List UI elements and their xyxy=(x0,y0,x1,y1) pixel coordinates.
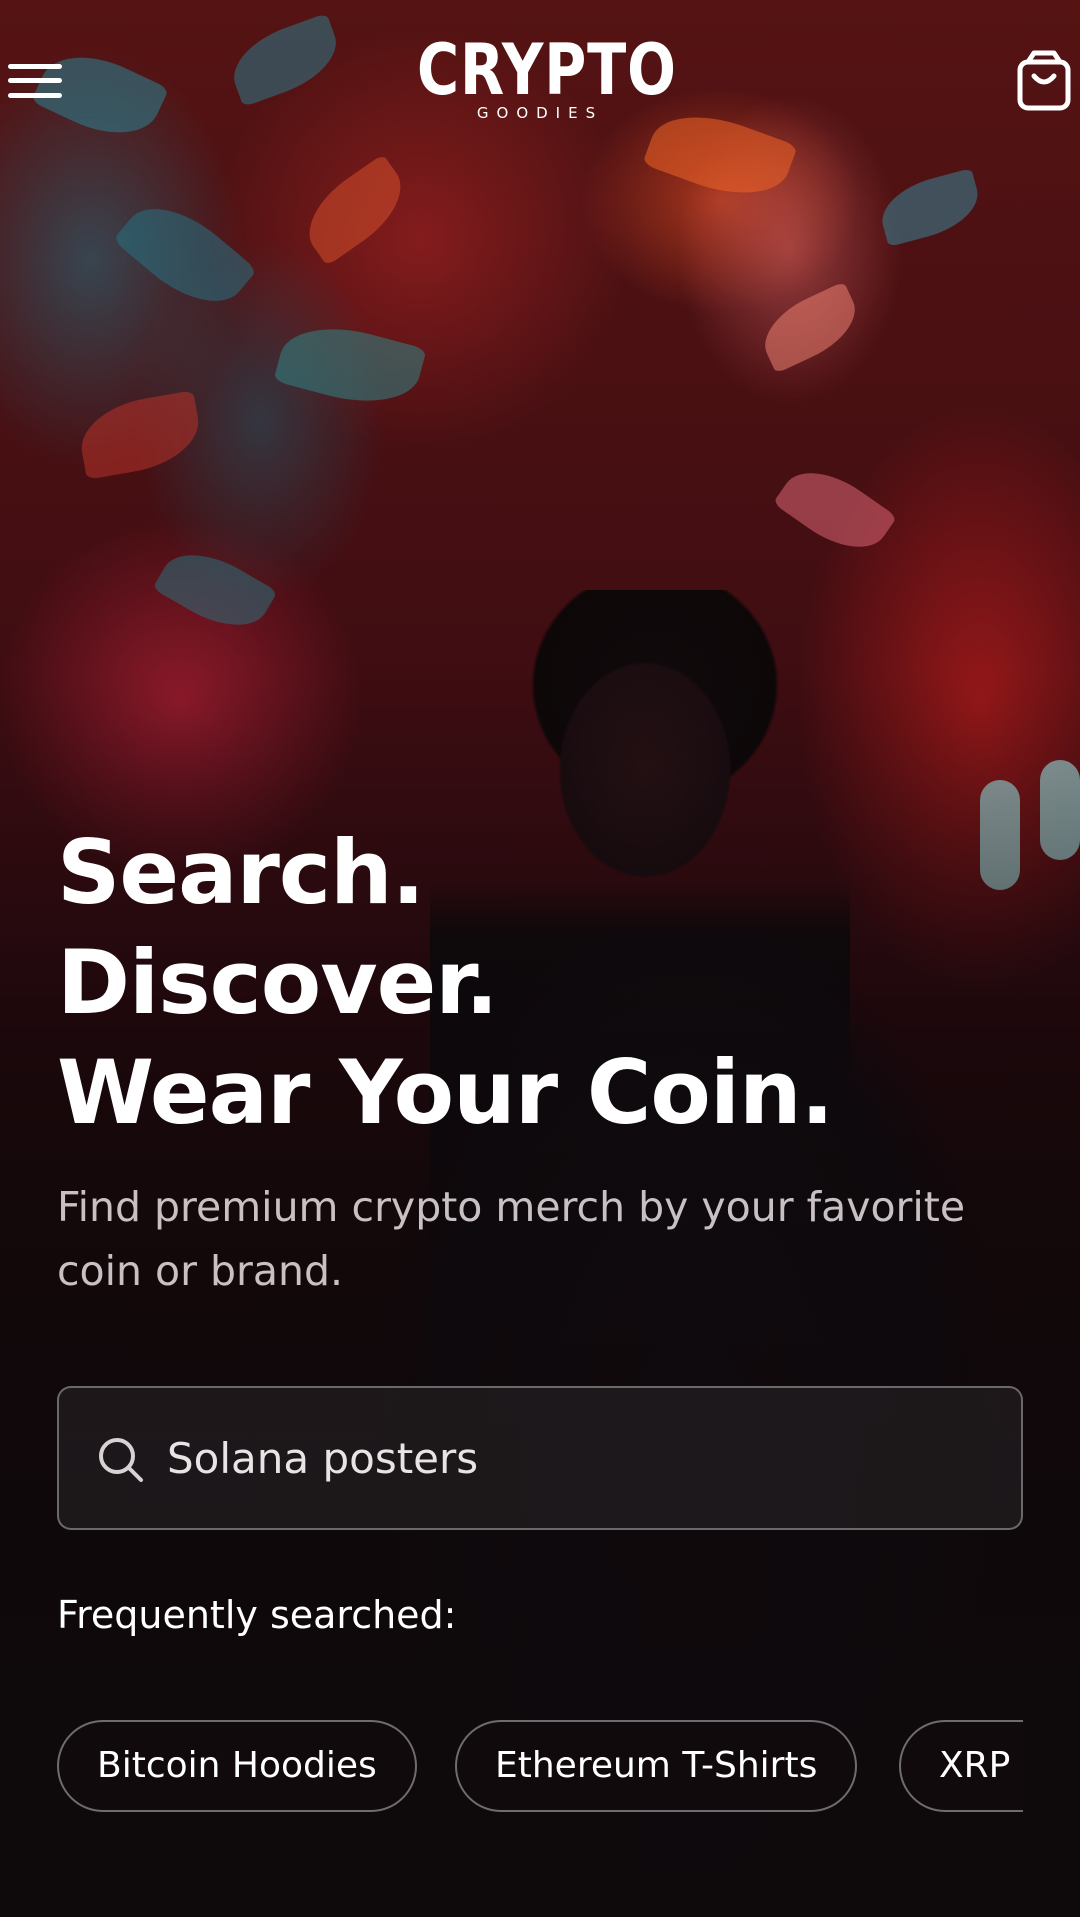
brand-logo[interactable]: CRYPTO GOODIES xyxy=(390,32,690,122)
frequent-search-chips: Bitcoin Hoodies Ethereum T-Shirts XRP I xyxy=(57,1720,1023,1814)
headline-line-1: Search. xyxy=(57,821,425,924)
headline-line-2: Discover. xyxy=(57,931,499,1034)
top-bar: CRYPTO GOODIES xyxy=(0,0,1080,150)
chip-bitcoin-hoodies[interactable]: Bitcoin Hoodies xyxy=(57,1720,417,1812)
search-icon xyxy=(95,1434,147,1486)
search-input-value[interactable]: Solana posters xyxy=(167,1433,478,1485)
shopping-bag-icon[interactable] xyxy=(1016,50,1072,112)
chip-ethereum-t-shirts[interactable]: Ethereum T-Shirts xyxy=(455,1720,858,1812)
hamburger-menu-icon[interactable] xyxy=(8,60,64,104)
hero-subtext: Find premium crypto merch by your favori… xyxy=(57,1183,966,1295)
hero-headline: Search. Discover. Wear Your Coin. xyxy=(57,818,1057,1148)
chip-xrp[interactable]: XRP I xyxy=(899,1720,1023,1812)
logo-main-text: CRYPTO xyxy=(417,29,677,111)
frequently-searched-label: Frequently searched: xyxy=(57,1593,457,1637)
search-input[interactable]: Solana posters xyxy=(57,1386,1023,1530)
headline-line-3: Wear Your Coin. xyxy=(57,1041,834,1144)
